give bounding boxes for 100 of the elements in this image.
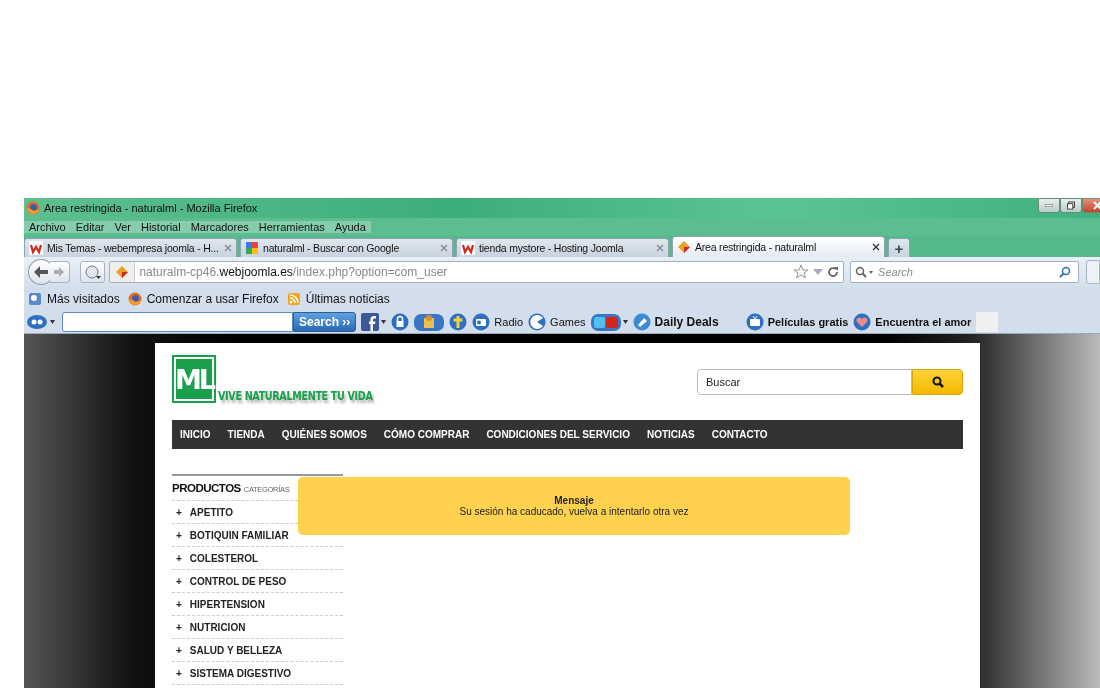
minimize-icon — [1045, 204, 1053, 207]
toolbar-item[interactable] — [449, 312, 468, 331]
bullet-marker: + — [176, 575, 182, 587]
page-icon — [28, 291, 42, 306]
sidebar-title: PRODUCTOS — [172, 482, 241, 494]
search-icon — [855, 266, 874, 278]
menu-item[interactable]: Herramientas — [253, 221, 330, 233]
browser-tab[interactable]: tienda mystore - Hosting Joomla — [456, 238, 669, 257]
search-icon — [1059, 266, 1072, 278]
identity-button[interactable] — [79, 261, 106, 283]
category-link[interactable]: BOTIQUIN FAMILIAR — [189, 529, 289, 541]
bullet-marker: + — [176, 506, 182, 518]
category-link[interactable]: SALUD Y BELLEZA — [189, 644, 283, 656]
category-link[interactable]: COLESTEROL — [189, 552, 259, 564]
search-button[interactable]: Search ›› — [293, 311, 357, 332]
toolbar-item[interactable]: Encuentra el amor — [853, 312, 972, 331]
bullet-marker: + — [176, 667, 182, 679]
nav-link[interactable]: QUIÉNES SOMOS — [281, 429, 367, 440]
browser-search-field[interactable]: Search — [850, 261, 1080, 283]
toolbar-item[interactable]: Daily Deals — [632, 312, 719, 331]
close-icon — [1092, 201, 1100, 210]
bullet-marker: + — [176, 621, 182, 633]
nav-link[interactable]: NOTICIAS — [646, 429, 695, 440]
toolbar-item[interactable] — [590, 312, 621, 331]
lock-icon — [391, 312, 410, 331]
browser-tab[interactable]: Mis Temas - webempresa joomla - H... — [24, 238, 237, 257]
restore-icon — [1067, 201, 1075, 210]
games-icon — [528, 312, 547, 331]
close-icon — [872, 243, 880, 251]
search-icon — [931, 376, 944, 388]
stamp-icon — [414, 312, 445, 331]
toolbar-item[interactable] — [414, 312, 445, 331]
browser-tab[interactable]: naturalml - Buscar con Google — [240, 238, 453, 257]
globe-icon — [84, 265, 101, 279]
url-text: naturalm-cp46.webjoomla.es/index.php?option=com_user — [139, 265, 449, 279]
category-link[interactable]: APETITO — [189, 506, 233, 518]
site-tagline: VIVE NATURALMENTE TU VIDA — [218, 388, 373, 403]
caret-icon — [622, 319, 628, 324]
cross-icon — [449, 312, 468, 331]
category-link[interactable]: SISTEMA DIGESTIVO — [189, 667, 292, 679]
new-tab-button[interactable]: + — [888, 238, 910, 257]
address-field[interactable]: naturalm-cp46.webjoomla.es/index.php?option=com_user — [109, 261, 845, 283]
menu-item[interactable]: Ver — [109, 221, 136, 233]
menu-item[interactable]: Historial — [135, 221, 186, 233]
facebook-icon — [361, 312, 380, 331]
bookmark-item[interactable]: Últimas noticias — [286, 291, 390, 306]
feed-icon — [286, 291, 301, 306]
nav-link[interactable]: TIENDA — [227, 429, 265, 440]
toolbar-item[interactable] — [361, 312, 380, 331]
close-icon — [224, 244, 232, 252]
social-icon — [590, 312, 621, 331]
radio-icon — [472, 312, 491, 331]
toolbar-item[interactable]: Games — [528, 312, 586, 331]
toolbar-item[interactable]: Radio — [472, 312, 524, 331]
category-link[interactable]: CONTROL DE PESO — [189, 575, 287, 587]
chat-bubble-icon — [26, 313, 48, 330]
diamond-icon — [677, 240, 691, 254]
caret-icon — [381, 319, 387, 324]
diamond-icon — [115, 265, 130, 279]
reload-icon — [827, 266, 840, 278]
toolbar-item[interactable]: Películas gratis — [745, 312, 849, 331]
menu-item[interactable]: Archivo — [24, 221, 71, 233]
search-field[interactable]: Buscar — [697, 369, 912, 395]
toolbar-item[interactable] — [391, 312, 410, 331]
search-button[interactable] — [912, 369, 963, 395]
category-link[interactable]: NUTRICION — [189, 621, 246, 633]
close-icon — [656, 244, 664, 252]
bullet-marker: + — [176, 598, 182, 610]
bullet-marker: + — [176, 644, 182, 656]
menu-item[interactable]: Ayuda — [329, 221, 371, 233]
firefox-icon — [127, 291, 142, 306]
nav-link[interactable]: CONTACTO — [711, 429, 768, 440]
bullet-marker: + — [176, 552, 182, 564]
dropdown-icon — [813, 269, 824, 275]
nav-link[interactable]: INICIO — [180, 429, 211, 440]
menu-item[interactable]: Marcadores — [185, 221, 254, 233]
window-title: Area restringida - naturalml - Mozilla Firefox — [44, 202, 258, 214]
back-arrow-icon — [33, 266, 48, 278]
tv-icon — [745, 312, 764, 331]
nav-link[interactable]: CONDICIONES DEL SERVICIO — [486, 429, 630, 440]
message-title: Mensaje — [554, 495, 594, 506]
category-link[interactable]: HIPERTENSION — [189, 598, 265, 610]
nav-link[interactable]: CÓMO COMPRAR — [383, 429, 470, 440]
star-icon — [793, 264, 810, 280]
menu-item[interactable]: Editar — [70, 221, 110, 233]
firefox-icon — [26, 201, 40, 215]
restore-button[interactable] — [1060, 198, 1082, 213]
bullet-marker: + — [176, 529, 182, 541]
close-icon — [440, 244, 448, 252]
w-logo-icon — [461, 241, 475, 255]
logo: ML — [172, 355, 216, 403]
w-logo-icon — [29, 241, 43, 255]
browser-tab[interactable]: Area restringida - naturalml — [672, 236, 885, 257]
tag-icon — [632, 312, 651, 331]
bookmark-item[interactable]: Más visitados — [28, 291, 120, 306]
bookmark-item[interactable]: Comenzar a usar Firefox — [127, 291, 279, 306]
caret-icon — [50, 319, 55, 324]
forward-arrow-icon — [54, 267, 65, 277]
toolbar-search-field[interactable] — [62, 311, 293, 332]
message-text: Su sesión ha caducado, vuelva a intentarlo otra vez — [459, 506, 689, 517]
